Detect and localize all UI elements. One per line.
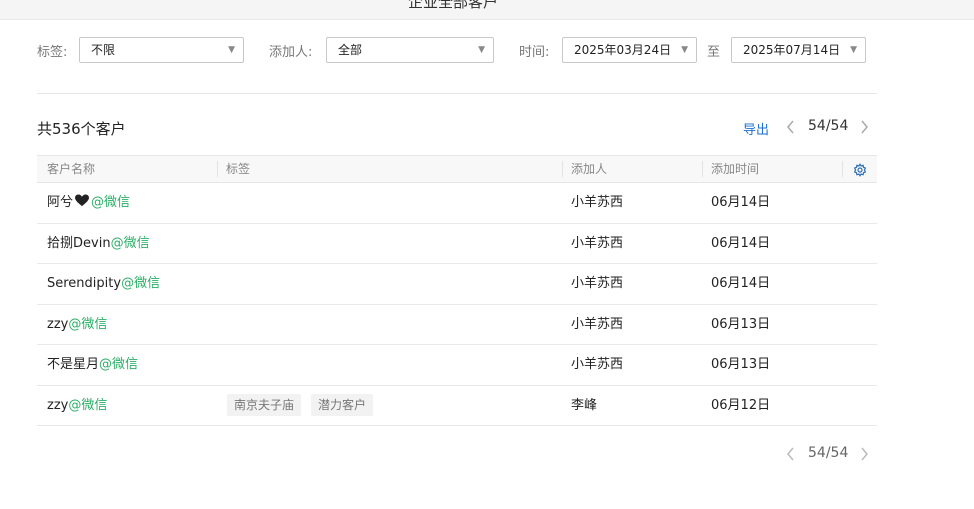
next-page-icon[interactable]: [857, 446, 871, 462]
column-header-adder: 添加人: [571, 162, 608, 176]
date-to-value: 2025年07月14日: [743, 43, 841, 57]
customer-name-cell[interactable]: zzy@微信: [47, 305, 107, 345]
table-row[interactable]: 拾捌Devin@微信 小羊苏西 06月14日: [37, 224, 877, 264]
column-header-tags: 标签: [226, 162, 251, 176]
wechat-channel-label: @微信: [91, 195, 131, 210]
customer-tag: 南京夫子庙: [227, 394, 302, 416]
caret-down-icon: ▼: [681, 45, 688, 55]
customer-name-cell[interactable]: 拾捌Devin@微信: [47, 224, 150, 264]
adder-cell: 小羊苏西: [571, 357, 624, 372]
customer-name: 拾捌Devin: [47, 235, 111, 251]
customer-name-cell[interactable]: 阿兮 @微信: [47, 183, 130, 223]
column-header-name: 客户名称: [47, 162, 96, 176]
customer-name-cell[interactable]: 不是星月@微信: [47, 345, 138, 385]
wechat-channel-label: @微信: [68, 316, 108, 332]
wechat-channel-label: @微信: [110, 235, 150, 251]
customer-table: 客户名称 标签 添加人 添加时间 阿兮 @微信 小羊苏西 06月14日 拾捌Dev…: [37, 155, 877, 426]
table-row[interactable]: zzy@微信 南京夫子庙 潜力客户 李峰 06月12日: [37, 386, 877, 426]
customer-name: zzy: [47, 316, 69, 332]
adder-cell: 李峰: [571, 397, 598, 413]
customer-name: 阿兮: [47, 195, 74, 210]
column-divider: [702, 161, 703, 177]
customer-name-cell[interactable]: zzy@微信: [47, 386, 107, 426]
adder-filter-label: 添加人:: [269, 45, 313, 60]
table-row[interactable]: 阿兮 @微信 小羊苏西 06月14日: [37, 183, 877, 224]
wechat-channel-label: @微信: [121, 276, 161, 291]
tag-filter-label: 标签:: [37, 45, 68, 60]
add-time-cell: 06月14日: [711, 276, 771, 291]
add-time-cell: 06月14日: [711, 195, 771, 210]
adder-cell: 小羊苏西: [571, 235, 624, 251]
tags-cell: 南京夫子庙 潜力客户: [227, 386, 383, 426]
adder-cell: 小羊苏西: [571, 276, 624, 291]
wechat-channel-label: @微信: [99, 357, 139, 372]
customer-name: zzy: [47, 397, 69, 413]
add-time-cell: 06月13日: [711, 316, 771, 332]
column-header-time: 添加时间: [711, 162, 760, 176]
page-indicator: 54/54: [808, 445, 849, 461]
caret-down-icon: ▼: [228, 45, 235, 55]
table-row[interactable]: 不是星月@微信 小羊苏西 06月13日: [37, 345, 877, 386]
column-divider: [217, 161, 218, 177]
prev-page-icon[interactable]: [784, 119, 798, 135]
tag-filter-select[interactable]: 不限 ▼: [79, 37, 244, 63]
gear-icon[interactable]: [853, 162, 867, 177]
table-row[interactable]: Serendipity@微信 小羊苏西 06月14日: [37, 264, 877, 305]
caret-down-icon: ▼: [478, 45, 485, 55]
tag-filter-value: 不限: [91, 43, 116, 57]
adder-filter-select[interactable]: 全部 ▼: [326, 37, 494, 63]
column-divider: [562, 161, 563, 177]
top-bar: 企业全部客户: [0, 0, 974, 20]
time-filter-label: 时间:: [519, 45, 550, 60]
date-from-select[interactable]: 2025年03月24日 ▼: [562, 37, 697, 63]
customer-name: Serendipity: [47, 276, 122, 291]
add-time-cell: 06月14日: [711, 235, 771, 251]
wechat-channel-label: @微信: [68, 397, 108, 413]
table-row[interactable]: zzy@微信 小羊苏西 06月13日: [37, 305, 877, 345]
page-indicator: 54/54: [808, 118, 849, 134]
adder-filter-value: 全部: [338, 43, 363, 57]
next-page-icon[interactable]: [857, 119, 871, 135]
black-heart-icon: [75, 194, 89, 207]
date-range-separator: 至: [707, 45, 721, 60]
caret-down-icon: ▼: [850, 45, 857, 55]
add-time-cell: 06月12日: [711, 397, 771, 413]
date-from-value: 2025年03月24日: [574, 43, 672, 57]
adder-cell: 小羊苏西: [571, 195, 624, 210]
add-time-cell: 06月13日: [711, 357, 771, 372]
customer-tag: 潜力客户: [311, 394, 374, 416]
adder-cell: 小羊苏西: [571, 316, 624, 332]
date-to-select[interactable]: 2025年07月14日 ▼: [731, 37, 866, 63]
customer-name: 不是星月: [47, 357, 100, 372]
prev-page-icon[interactable]: [784, 446, 798, 462]
column-divider: [842, 161, 843, 177]
table-header: 客户名称 标签 添加人 添加时间: [37, 155, 877, 183]
customer-total: 共536个客户: [37, 120, 126, 138]
customer-name-cell[interactable]: Serendipity@微信: [47, 264, 160, 304]
filter-divider: [37, 93, 877, 94]
page-title: 企业全部客户: [408, 0, 499, 11]
export-button[interactable]: 导出: [743, 119, 769, 138]
